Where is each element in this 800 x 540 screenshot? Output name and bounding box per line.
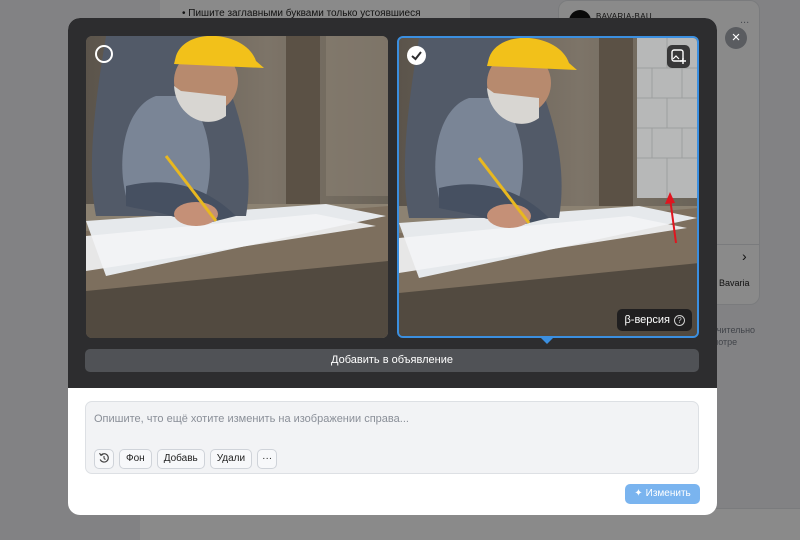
selection-pointer: [541, 338, 553, 344]
select-original-radio[interactable]: [95, 45, 113, 63]
undo-button[interactable]: [94, 449, 114, 469]
chip-add[interactable]: Добавь: [156, 449, 205, 469]
edited-image: [399, 38, 697, 336]
close-button[interactable]: ×: [725, 27, 747, 49]
help-icon[interactable]: ?: [674, 314, 685, 326]
preview-area: β-версия ? Добавить в объявление: [68, 18, 717, 388]
edited-image-option[interactable]: β-версия ?: [397, 36, 699, 338]
beta-badge[interactable]: β-версия ?: [617, 309, 692, 331]
original-image: [86, 36, 388, 338]
select-edited-radio[interactable]: [407, 46, 426, 65]
suggestion-chips: Фон Добавь Удали ···: [94, 449, 278, 469]
original-image-option[interactable]: [86, 36, 388, 338]
check-icon: [411, 51, 422, 61]
image-add-icon: [671, 49, 686, 64]
chip-remove[interactable]: Удали: [209, 449, 253, 469]
sparkle-icon: ✦: [634, 488, 643, 499]
chip-background[interactable]: Фон: [119, 449, 152, 469]
beta-label: β-версия: [624, 314, 670, 326]
submit-label: Изменить: [645, 488, 691, 499]
add-to-listing-button[interactable]: Добавить в объявление: [85, 349, 699, 372]
prompt-input[interactable]: [94, 409, 690, 429]
image-add-button[interactable]: [667, 45, 690, 68]
prompt-box: Фон Добавь Удали ···: [85, 401, 699, 474]
image-edit-modal: β-версия ? Добавить в объявление Фон Доб…: [68, 18, 717, 515]
undo-icon: [99, 452, 109, 463]
more-options-button[interactable]: ···: [257, 449, 278, 469]
submit-change-button[interactable]: ✦ Изменить: [625, 484, 700, 504]
